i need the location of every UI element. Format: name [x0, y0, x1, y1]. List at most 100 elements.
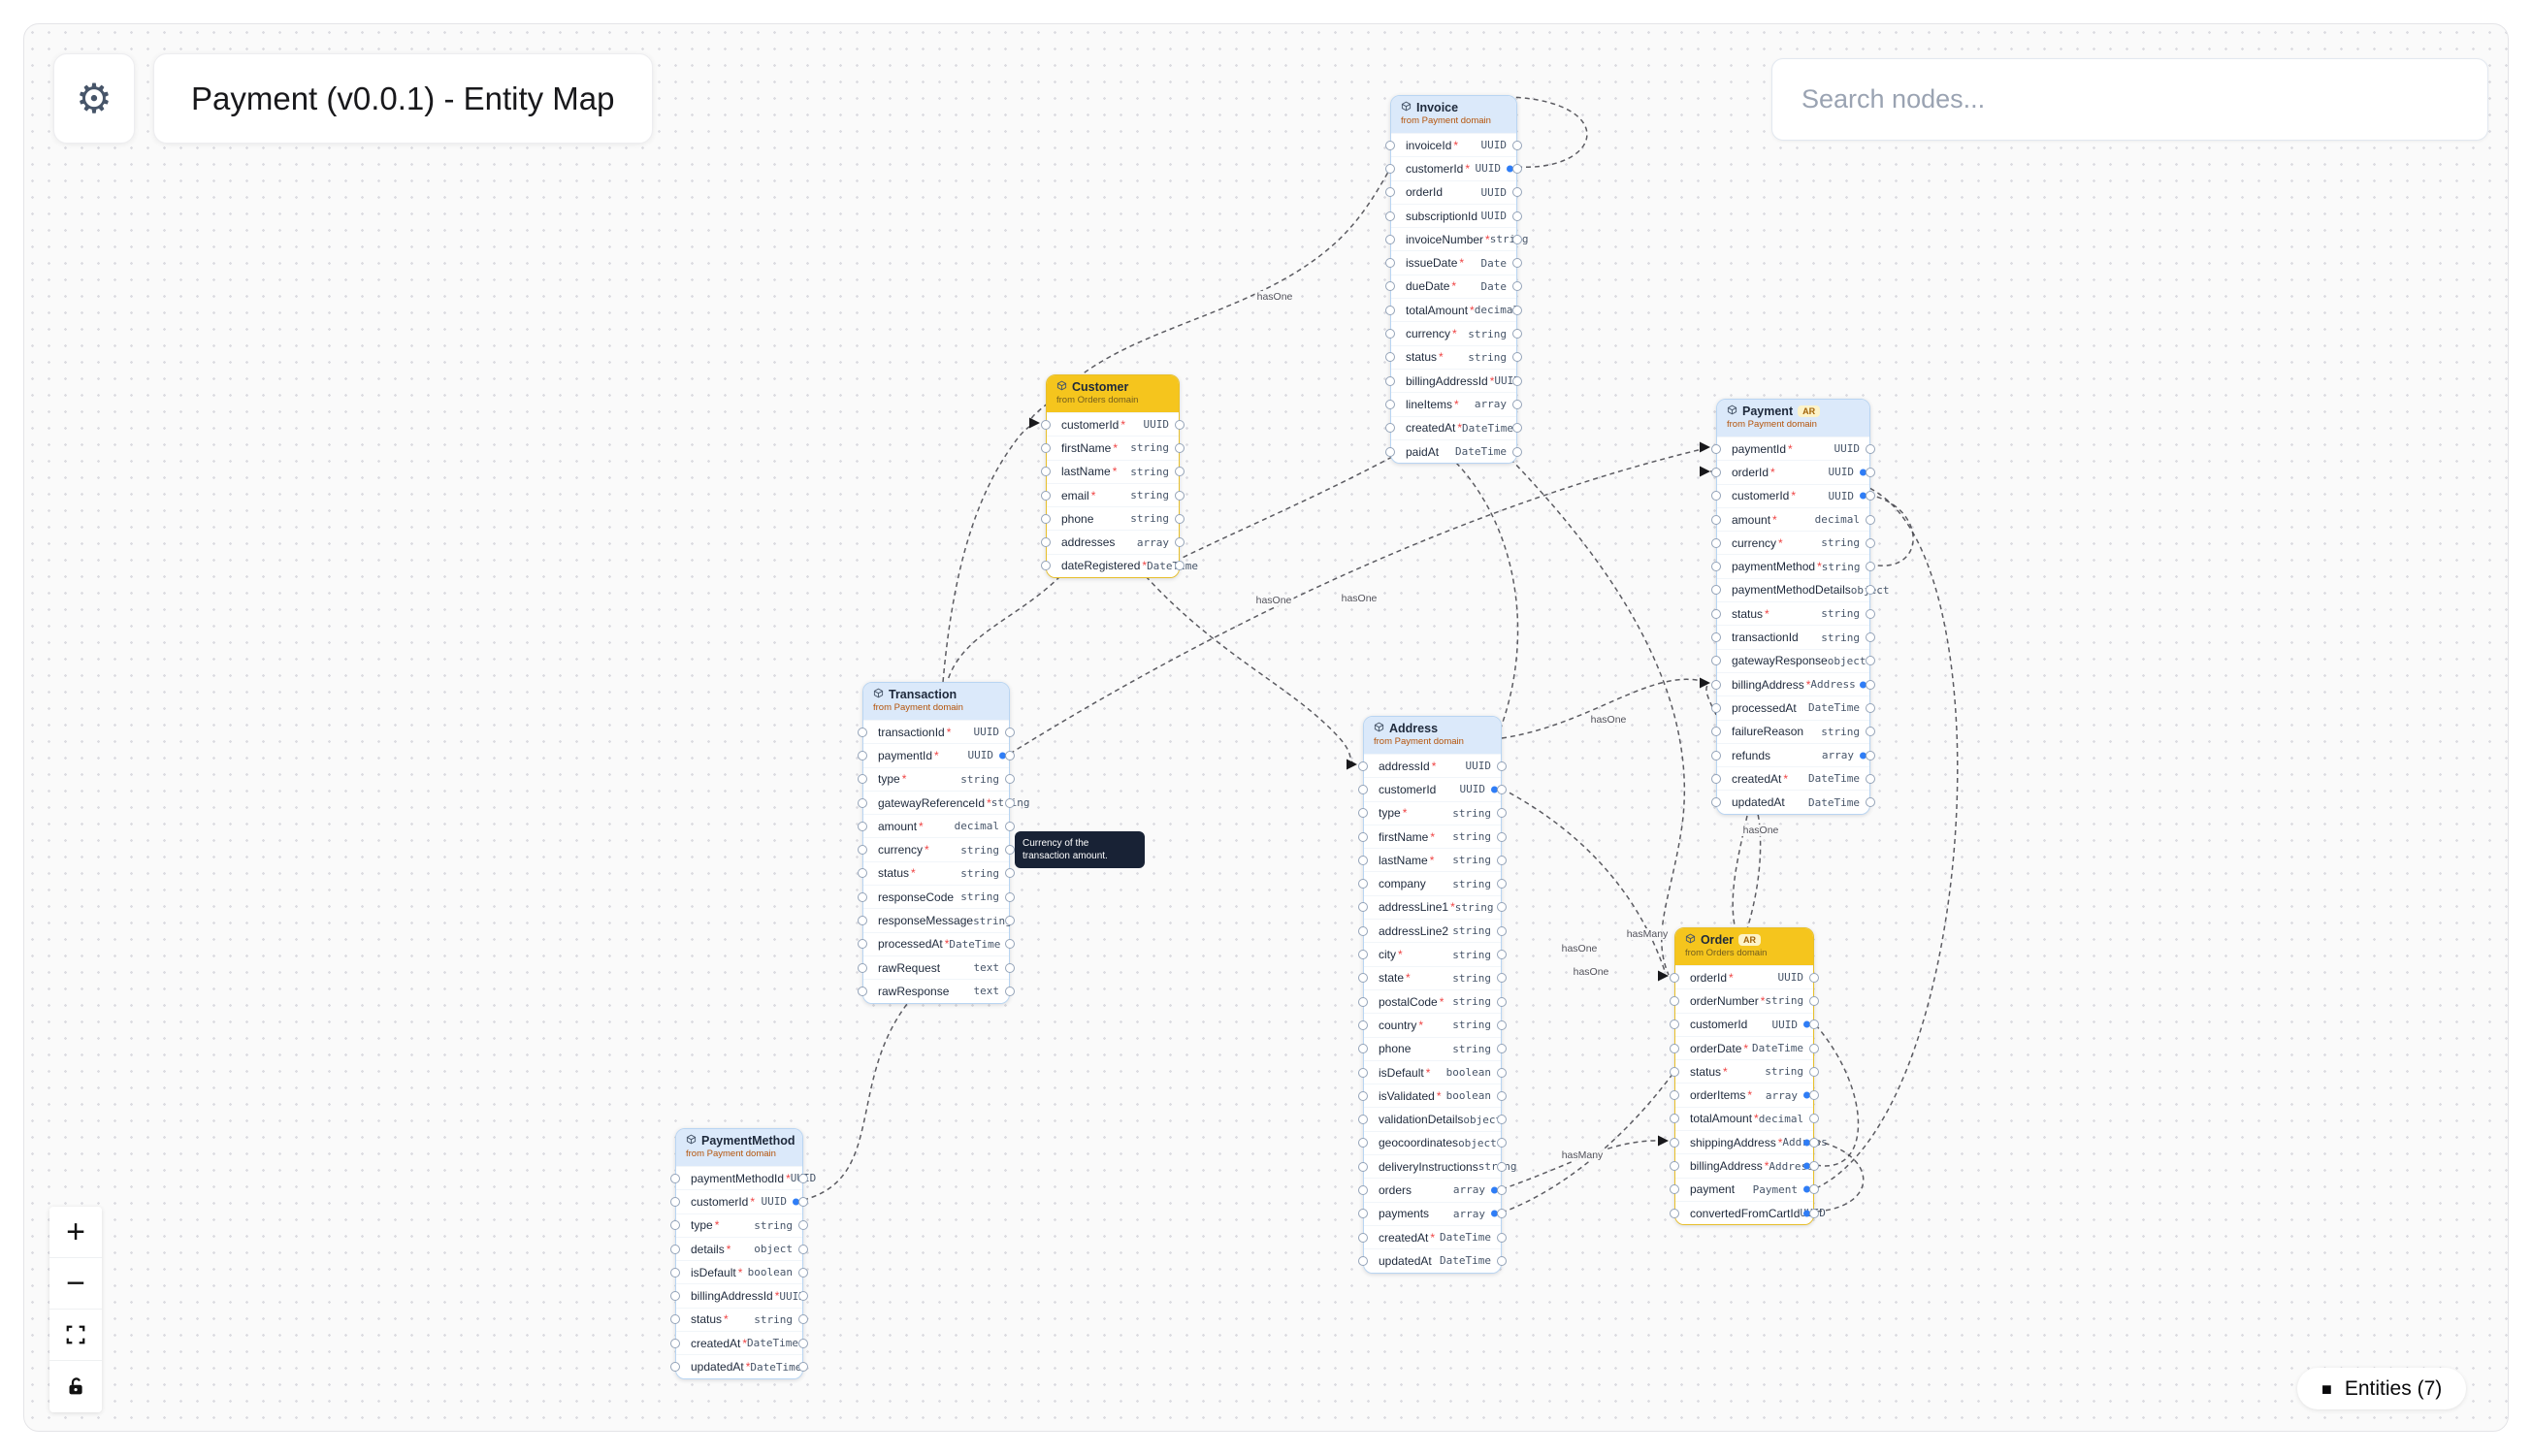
zoom-out-button[interactable]: −	[49, 1258, 102, 1310]
left-port[interactable]	[1711, 703, 1721, 713]
field-row-customerId[interactable]: customerId UUID	[1675, 1013, 1813, 1036]
left-port[interactable]	[1711, 751, 1721, 760]
right-port[interactable]	[1866, 538, 1875, 548]
left-port[interactable]	[670, 1268, 680, 1278]
field-row-customerId[interactable]: customerId * UUID	[1717, 484, 1869, 507]
field-row-isDefault[interactable]: isDefault * boolean	[1364, 1060, 1501, 1084]
entity-header[interactable]: Payment AR from Payment domain	[1717, 400, 1869, 437]
field-row-createdAt[interactable]: createdAt * DateTime	[1717, 766, 1869, 790]
right-port[interactable]	[1866, 468, 1875, 477]
right-port[interactable]	[798, 1174, 808, 1183]
entity-card-transaction[interactable]: Transaction from Payment domain transact…	[862, 682, 1010, 1004]
field-row-paymentMethod[interactable]: paymentMethod * string	[1717, 554, 1869, 577]
left-port[interactable]	[1358, 1068, 1368, 1078]
right-port[interactable]	[1497, 1256, 1507, 1266]
field-row-billingAddressId[interactable]: billingAddressId * UUID	[676, 1283, 802, 1307]
right-port[interactable]	[1005, 822, 1015, 831]
left-port[interactable]	[1711, 727, 1721, 736]
field-row-updatedAt[interactable]: updatedAt DateTime	[1717, 790, 1869, 813]
entity-header[interactable]: Order AR from Orders domain	[1675, 928, 1813, 965]
field-row-amount[interactable]: amount * decimal	[1717, 507, 1869, 531]
field-row-createdAt[interactable]: createdAt * DateTime	[676, 1331, 802, 1354]
right-port[interactable]	[1497, 950, 1507, 959]
field-row-createdAt[interactable]: createdAt * DateTime	[1364, 1225, 1501, 1248]
left-port[interactable]	[670, 1220, 680, 1230]
canvas[interactable]: Invoice from Payment domain invoiceId * …	[23, 23, 2509, 1432]
field-row-lastName[interactable]: lastName * string	[1047, 460, 1179, 483]
search-input[interactable]	[1772, 59, 2487, 140]
field-row-transactionId[interactable]: transactionId * UUID	[863, 720, 1009, 743]
left-port[interactable]	[1711, 774, 1721, 784]
left-port[interactable]	[1385, 447, 1395, 457]
left-port[interactable]	[1711, 468, 1721, 477]
field-row-dateRegistered[interactable]: dateRegistered * DateTime	[1047, 554, 1179, 577]
field-row-type[interactable]: type * string	[1364, 801, 1501, 825]
right-port[interactable]	[1866, 703, 1875, 713]
right-port[interactable]	[1175, 561, 1185, 570]
left-port[interactable]	[1711, 562, 1721, 571]
left-port[interactable]	[1358, 1162, 1368, 1172]
left-port[interactable]	[1358, 1256, 1368, 1266]
lock-toggle-button[interactable]	[49, 1361, 102, 1412]
field-row-failureReason[interactable]: failureReason string	[1717, 720, 1869, 743]
left-port[interactable]	[858, 868, 867, 878]
field-row-payments[interactable]: payments array	[1364, 1202, 1501, 1225]
field-row-createdAt[interactable]: createdAt * DateTime	[1391, 416, 1516, 439]
right-port[interactable]	[1497, 832, 1507, 842]
right-port[interactable]	[798, 1339, 808, 1348]
left-port[interactable]	[670, 1245, 680, 1254]
left-port[interactable]	[1385, 423, 1395, 433]
field-row-paidAt[interactable]: paidAt DateTime	[1391, 439, 1516, 463]
field-row-firstName[interactable]: firstName * string	[1364, 825, 1501, 848]
right-port[interactable]	[1497, 1091, 1507, 1101]
right-port[interactable]	[1497, 1068, 1507, 1078]
field-row-validationDetails[interactable]: validationDetails object	[1364, 1107, 1501, 1130]
field-row-postalCode[interactable]: postalCode * string	[1364, 989, 1501, 1013]
left-port[interactable]	[670, 1174, 680, 1183]
left-port[interactable]	[858, 939, 867, 949]
right-port[interactable]	[798, 1268, 808, 1278]
left-port[interactable]	[1358, 785, 1368, 794]
right-port[interactable]	[1809, 1019, 1819, 1029]
left-port[interactable]	[1670, 1184, 1679, 1194]
right-port[interactable]	[1497, 1115, 1507, 1124]
field-row-status[interactable]: status * string	[1717, 601, 1869, 625]
field-row-refunds[interactable]: refunds array	[1717, 743, 1869, 766]
entity-card-invoice[interactable]: Invoice from Payment domain invoiceId * …	[1390, 95, 1517, 464]
field-row-geocoordinates[interactable]: geocoordinates object	[1364, 1131, 1501, 1154]
left-port[interactable]	[858, 963, 867, 973]
field-row-paymentId[interactable]: paymentId * UUID	[1717, 437, 1869, 460]
right-port[interactable]	[1497, 879, 1507, 889]
left-port[interactable]	[1670, 1044, 1679, 1053]
right-port[interactable]	[1512, 281, 1522, 291]
field-row-customerId[interactable]: customerId UUID	[1364, 777, 1501, 800]
field-row-addressLine2[interactable]: addressLine2 string	[1364, 919, 1501, 942]
field-row-orderId[interactable]: orderId * UUID	[1675, 965, 1813, 988]
left-port[interactable]	[858, 892, 867, 902]
left-port[interactable]	[1711, 797, 1721, 807]
field-row-paymentMethodDetails[interactable]: paymentMethodDetails object	[1717, 578, 1869, 601]
left-port[interactable]	[1670, 1138, 1679, 1148]
left-port[interactable]	[670, 1291, 680, 1301]
left-port[interactable]	[1385, 141, 1395, 150]
left-port[interactable]	[1358, 808, 1368, 818]
left-port[interactable]	[1358, 1138, 1368, 1148]
right-port[interactable]	[1005, 939, 1015, 949]
left-port[interactable]	[1711, 680, 1721, 690]
right-port[interactable]	[1866, 491, 1875, 501]
right-port[interactable]	[1497, 1020, 1507, 1030]
right-port[interactable]	[1175, 467, 1185, 476]
right-port[interactable]	[1512, 376, 1522, 386]
field-row-processedAt[interactable]: processedAt DateTime	[1717, 696, 1869, 719]
left-port[interactable]	[1385, 329, 1395, 339]
left-port[interactable]	[1358, 1209, 1368, 1218]
left-port[interactable]	[858, 751, 867, 760]
right-port[interactable]	[1497, 926, 1507, 936]
field-row-addressId[interactable]: addressId * UUID	[1364, 754, 1501, 777]
right-port[interactable]	[1005, 987, 1015, 996]
field-row-rawResponse[interactable]: rawResponse text	[863, 979, 1009, 1002]
left-port[interactable]	[1711, 656, 1721, 665]
right-port[interactable]	[1005, 798, 1015, 808]
left-port[interactable]	[1041, 561, 1051, 570]
right-port[interactable]	[1005, 892, 1015, 902]
